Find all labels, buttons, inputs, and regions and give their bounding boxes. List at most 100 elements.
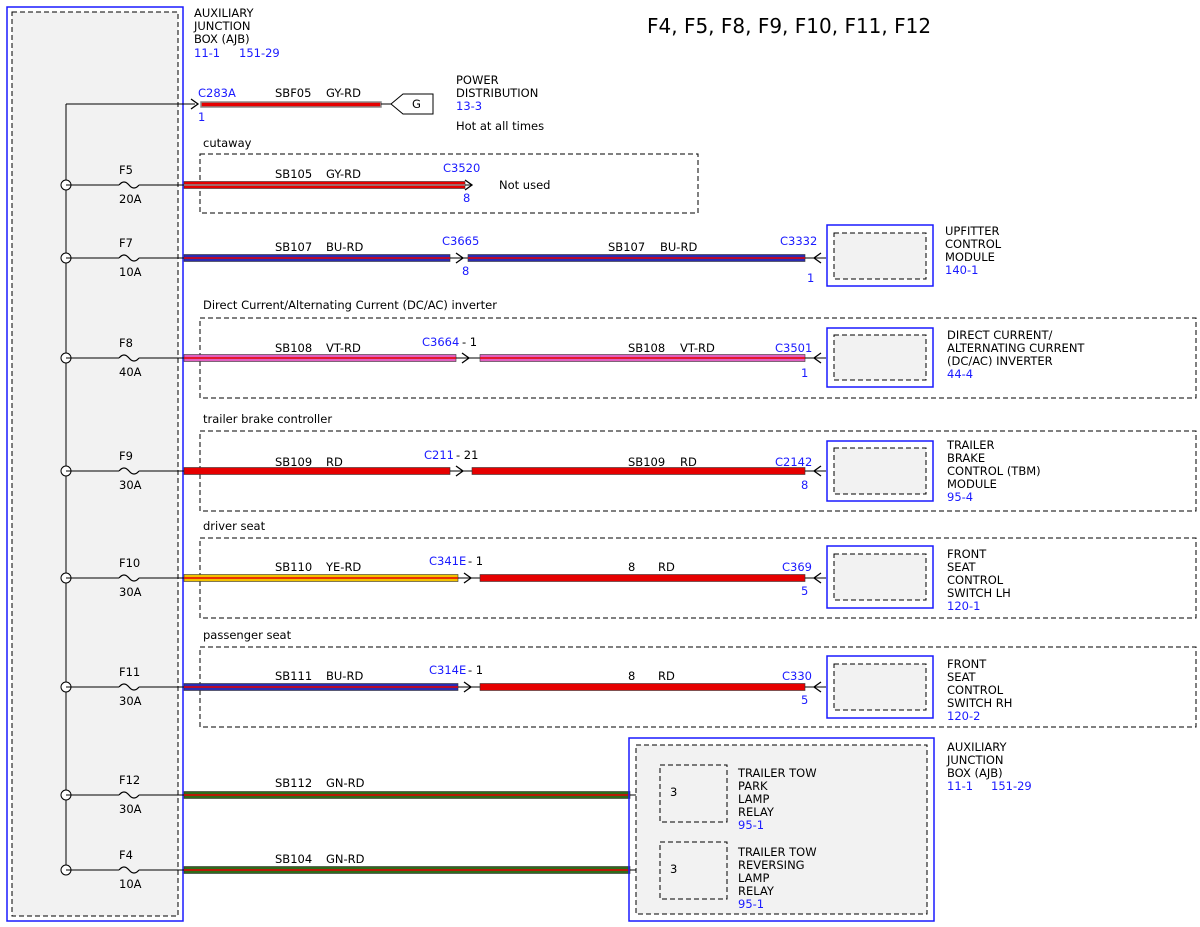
svg-text:C341E: C341E [429, 554, 466, 568]
svg-text:C314E: C314E [429, 663, 466, 677]
svg-text:AUXILIARY: AUXILIARY [947, 740, 1007, 754]
svg-text:SB107: SB107 [608, 240, 645, 254]
svg-text:GN-RD: GN-RD [326, 776, 365, 790]
svg-text:SB110: SB110 [275, 560, 312, 574]
svg-text:MODULE: MODULE [945, 250, 995, 264]
row-f4-labels: SB104 GN-RD [275, 852, 365, 866]
svg-text:8: 8 [628, 560, 635, 574]
fuse-f11-rating: 30A [119, 694, 142, 708]
svg-text:5: 5 [801, 693, 808, 707]
wire-sb112 [183, 791, 631, 799]
power-pin: 1 [198, 110, 205, 124]
fuse-f5-rating: 20A [119, 192, 142, 206]
power-connector: C283A [198, 86, 236, 100]
wire-body [183, 467, 451, 475]
wire-color-label: GY-RD [326, 167, 361, 181]
svg-text:CONTROL: CONTROL [947, 573, 1004, 587]
svg-text:1: 1 [807, 271, 814, 285]
svg-text:SEAT: SEAT [947, 670, 977, 684]
connector-label: C3520 [443, 161, 480, 175]
svg-text:UPFITTER: UPFITTER [945, 224, 999, 238]
row-f12-labels: SB112 GN-RD [275, 776, 365, 790]
svg-text:JUNCTION: JUNCTION [946, 753, 1004, 767]
fuse-f8-rating: 40A [119, 365, 142, 379]
wire-8-end [479, 683, 806, 691]
row-note: Not used [499, 178, 550, 192]
svg-text:151-29: 151-29 [991, 779, 1032, 793]
option-trailer-brake: trailer brake controller [199, 412, 1197, 512]
wire-sb111 [183, 683, 459, 691]
svg-text:SEAT: SEAT [947, 560, 977, 574]
fuse-f11-label: F11 [119, 665, 140, 679]
svg-text:CONTROL (TBM): CONTROL (TBM) [947, 464, 1041, 478]
svg-text:driver seat: driver seat [203, 519, 266, 533]
svg-text:SWITCH RH: SWITCH RH [947, 696, 1012, 710]
fuse-f8-label: F8 [119, 336, 133, 350]
svg-text:REVERSING: REVERSING [738, 858, 805, 872]
fuse-f4-label: F4 [119, 848, 133, 862]
wire-sb107-end [467, 254, 806, 262]
svg-text:95-4: 95-4 [947, 490, 973, 504]
component-upfitter-control-module: UPFITTER CONTROL MODULE 140-1 [826, 224, 1002, 287]
svg-text:passenger seat: passenger seat [203, 628, 292, 642]
svg-text:151-29: 151-29 [239, 46, 280, 60]
svg-text:RD: RD [658, 560, 675, 574]
power-symbol: G [412, 97, 421, 111]
wire-sb104 [183, 866, 631, 874]
svg-text:SB109: SB109 [628, 455, 665, 469]
svg-text:RD: RD [326, 455, 343, 469]
svg-text:- 21: - 21 [456, 448, 478, 462]
svg-text:120-2: 120-2 [947, 709, 980, 723]
svg-text:trailer brake controller: trailer brake controller [203, 412, 332, 426]
component-front-seat-control-switch-rh: FRONT SEAT CONTROL SWITCH RH 120-2 [826, 655, 1012, 723]
svg-text:BU-RD: BU-RD [326, 240, 363, 254]
svg-text:3: 3 [670, 785, 677, 799]
wire-sb110 [183, 574, 459, 582]
fuse-f10-rating: 30A [119, 585, 142, 599]
svg-text:SB108: SB108 [275, 341, 312, 355]
svg-text:(DC/AC) INVERTER: (DC/AC) INVERTER [947, 354, 1053, 368]
svg-text:C369: C369 [782, 560, 812, 574]
svg-text:BRAKE: BRAKE [947, 451, 985, 465]
svg-text:SB107: SB107 [275, 240, 312, 254]
svg-text:VT-RD: VT-RD [326, 341, 361, 355]
svg-text:- 1: - 1 [462, 335, 477, 349]
fuse-f9-rating: 30A [119, 478, 142, 492]
svg-text:TRAILER TOW: TRAILER TOW [737, 845, 817, 859]
pin-label: 8 [463, 191, 470, 205]
svg-text:SB112: SB112 [275, 776, 312, 790]
svg-text:95-1: 95-1 [738, 818, 764, 832]
ajb-right-box: AUXILIARY JUNCTION BOX (AJB) 11-1 151-29 [628, 737, 1032, 922]
wire-8-end [479, 574, 806, 582]
component-dcac-inverter: DIRECT CURRENT/ ALTERNATING CURRENT (DC/… [826, 327, 1085, 388]
svg-text:11-1: 11-1 [194, 46, 220, 60]
svg-text:LAMP: LAMP [738, 871, 769, 885]
component-trailer-brake-control-module: TRAILER BRAKE CONTROL (TBM) MODULE 95-4 [826, 438, 1041, 504]
svg-text:JUNCTION: JUNCTION [193, 19, 251, 33]
svg-text:AUXILIARY: AUXILIARY [194, 6, 254, 20]
wire-sb108-end [479, 354, 806, 362]
wire-sb108 [183, 354, 457, 362]
power-note: Hot at all times [456, 119, 544, 133]
svg-text:BOX (AJB): BOX (AJB) [947, 766, 1003, 780]
svg-text:SB111: SB111 [275, 669, 312, 683]
svg-text:Direct Current/Alternating Cur: Direct Current/Alternating Current (DC/A… [203, 298, 497, 312]
wire-body [479, 683, 806, 691]
svg-text:- 1: - 1 [468, 663, 483, 677]
svg-text:120-1: 120-1 [947, 599, 980, 613]
svg-text:MODULE: MODULE [947, 477, 997, 491]
fuse-f4-rating: 10A [119, 877, 142, 891]
svg-text:CONTROL: CONTROL [945, 237, 1002, 251]
svg-text:8: 8 [628, 669, 635, 683]
power-circuit: SBF05 [275, 86, 311, 100]
svg-text:LAMP: LAMP [738, 792, 769, 806]
svg-text:cutaway: cutaway [203, 136, 252, 150]
svg-text:BU-RD: BU-RD [326, 669, 363, 683]
component-front-seat-control-switch-lh: FRONT SEAT CONTROL SWITCH LH 120-1 [826, 545, 1011, 613]
svg-text:RD: RD [658, 669, 675, 683]
svg-text:RD: RD [680, 455, 697, 469]
svg-text:DISTRIBUTION: DISTRIBUTION [456, 86, 538, 100]
wiring-diagram: AUXILIARY JUNCTION BOX (AJB) 11-1 151-29… [6, 6, 1197, 922]
svg-text:YE-RD: YE-RD [325, 560, 361, 574]
svg-text:1: 1 [801, 366, 808, 380]
